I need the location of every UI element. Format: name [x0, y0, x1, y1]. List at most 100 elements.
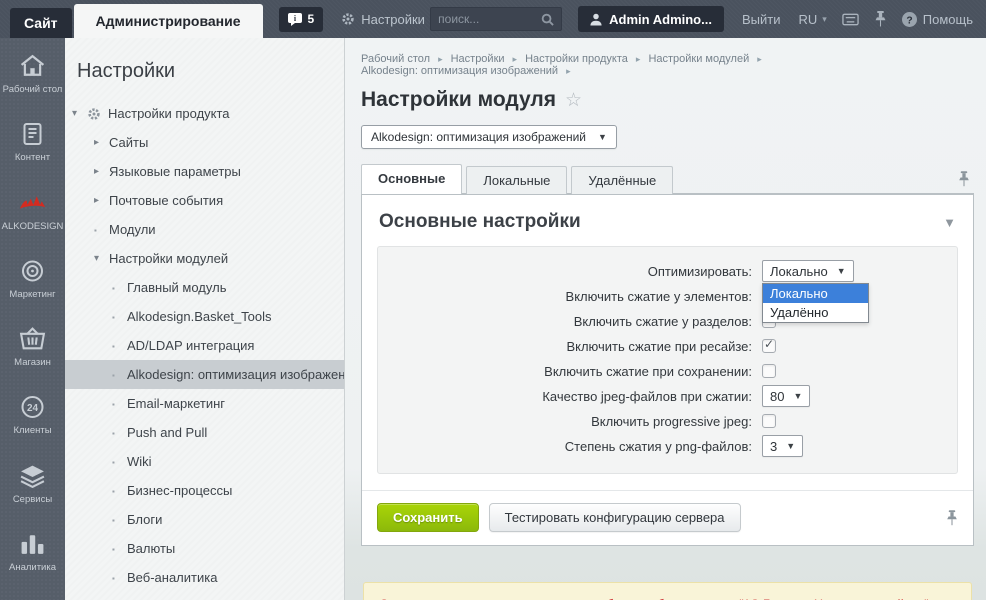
form-footer: Сохранить Тестировать конфигурацию серве…	[362, 490, 973, 545]
tree-marker-icon[interactable]	[94, 225, 109, 235]
tree-item[interactable]: Настройки модулей	[65, 244, 344, 273]
tab[interactable]: Основные	[361, 164, 463, 194]
form-row: Оптимизировать: Локально ▼	[392, 259, 943, 283]
tree-item[interactable]: Push and Pull	[65, 418, 344, 447]
tab-administration[interactable]: Администрирование	[73, 4, 263, 38]
tree-item[interactable]: Alkodesign.Basket_Tools	[65, 302, 344, 331]
hotkeys-button[interactable]	[842, 13, 859, 26]
breadcrumb-link[interactable]: Настройки	[451, 53, 525, 65]
tree-marker-icon[interactable]	[94, 253, 109, 264]
tree-marker-icon[interactable]	[94, 195, 109, 206]
rail-item[interactable]: Аналитика	[0, 532, 65, 600]
field-select[interactable]: Локально ▼	[762, 260, 854, 282]
tab[interactable]: Локальные	[466, 166, 568, 194]
logout-link[interactable]: Выйти	[742, 12, 781, 27]
notifications-button[interactable]: i 5	[278, 6, 324, 32]
tree-item-label: Почтовые события	[109, 193, 224, 208]
field-label: Степень сжатия у png-файлов:	[564, 438, 752, 454]
tree-item[interactable]: Настройки продукта	[65, 99, 344, 128]
tree-item[interactable]: Модули	[65, 215, 344, 244]
form-row: Качество jpeg-файлов при сжатии: 80 ▼	[392, 384, 943, 408]
tree-marker-icon[interactable]	[112, 399, 127, 409]
tree-marker-icon[interactable]	[112, 573, 127, 583]
rail-item[interactable]: Магазин	[0, 327, 65, 395]
chevron-down-icon: ▼	[597, 132, 607, 142]
topbar-settings-button[interactable]: Настройки	[341, 12, 425, 27]
rail-item[interactable]: 24 Клиенты	[0, 395, 65, 463]
dropdown-option[interactable]: Удалённо	[763, 303, 868, 322]
test-server-config-button[interactable]: Тестировать конфигурацию сервера	[488, 503, 741, 532]
search-input[interactable]	[438, 12, 538, 26]
breadcrumb-link[interactable]: Настройки модулей	[648, 53, 769, 65]
tree-item[interactable]: Сайты	[65, 128, 344, 157]
breadcrumb-link[interactable]: Рабочий стол	[361, 53, 451, 65]
tree-marker-icon[interactable]	[112, 341, 127, 351]
tree-marker-icon[interactable]	[112, 283, 127, 293]
breadcrumb-link[interactable]: Alkodesign: оптимизация изображений	[361, 65, 579, 77]
main-content: Рабочий стол Настройки Настройки продукт…	[345, 38, 986, 600]
topbar-pin-button[interactable]	[874, 11, 887, 27]
language-selector[interactable]: RU ▾	[798, 12, 826, 27]
field-label: Оптимизировать:	[647, 263, 752, 279]
collapse-section-icon[interactable]: ▼	[943, 215, 956, 230]
user-menu-button[interactable]: Admin Admino...	[578, 6, 724, 32]
field-checkbox[interactable]	[762, 364, 776, 378]
tree-item[interactable]: Alkodesign: оптимизация изображений	[65, 360, 344, 389]
settings-form: Оптимизировать: Локально ▼ Включить сжат…	[377, 246, 958, 474]
tree-item-label: Настройки модулей	[109, 251, 229, 266]
rail-item[interactable]: ALKODESIGN	[0, 191, 65, 259]
help-button[interactable]: ? Помощь	[901, 11, 973, 27]
tree-item[interactable]: Валюты	[65, 534, 344, 563]
tree-item-label: Push and Pull	[127, 425, 208, 440]
field-checkbox[interactable]	[762, 414, 776, 428]
tree-item[interactable]: Email-маркетинг	[65, 389, 344, 418]
tree-marker-icon[interactable]	[94, 166, 109, 177]
tab[interactable]: Удалённые	[571, 166, 674, 194]
tree-item[interactable]: Языковые параметры	[65, 157, 344, 186]
tree-marker-icon[interactable]	[72, 108, 87, 119]
tree-item[interactable]: Веб-кластер	[65, 592, 344, 600]
tree-marker-icon[interactable]	[112, 544, 127, 554]
dropdown-option[interactable]: Локально	[763, 284, 868, 303]
section-title: Основные настройки	[379, 211, 581, 232]
tree-marker-icon[interactable]	[112, 428, 127, 438]
rail-item-label: ALKODESIGN	[1, 220, 64, 232]
rail-item-label: Маркетинг	[9, 288, 56, 300]
rail-item[interactable]: Рабочий стол	[0, 54, 65, 122]
tabs-pin-button[interactable]	[958, 171, 970, 187]
tree-item[interactable]: Почтовые события	[65, 186, 344, 215]
rail-item-icon	[19, 532, 46, 556]
tree-item[interactable]: Веб-аналитика	[65, 563, 344, 592]
tree-marker-icon[interactable]	[112, 486, 127, 496]
search-icon[interactable]	[541, 13, 554, 26]
field-select[interactable]: 3 ▼	[762, 435, 804, 457]
tree-item[interactable]: Главный модуль	[65, 273, 344, 302]
tree-item-label: Alkodesign.Basket_Tools	[127, 309, 272, 324]
rail-item-icon	[19, 259, 46, 283]
rail-item-label: Магазин	[14, 357, 51, 368]
field-select[interactable]: 80 ▼	[762, 385, 811, 407]
field-checkbox[interactable]	[762, 337, 776, 353]
gear-icon	[341, 12, 355, 26]
chevron-down-icon: ▾	[822, 13, 827, 24]
breadcrumb-link[interactable]: Настройки продукта	[525, 53, 648, 65]
rail-item[interactable]: Контент	[0, 122, 65, 190]
tree-marker-icon[interactable]	[112, 370, 127, 380]
tree-marker-icon[interactable]	[112, 515, 127, 525]
footer-pin-button[interactable]	[946, 509, 958, 526]
favorite-star-icon[interactable]: ☆	[565, 91, 582, 110]
tree-item[interactable]: Блоги	[65, 505, 344, 534]
tree-marker-icon[interactable]	[112, 457, 127, 467]
tree-marker-icon[interactable]	[112, 312, 127, 322]
svg-text:?: ?	[906, 15, 912, 26]
tree-item[interactable]: Бизнес-процессы	[65, 476, 344, 505]
tree-item[interactable]: Wiki	[65, 447, 344, 476]
tree-item[interactable]: AD/LDAP интеграция	[65, 331, 344, 360]
rail-item[interactable]: Сервисы	[0, 464, 65, 532]
tree-marker-icon[interactable]	[94, 137, 109, 148]
help-icon: ?	[901, 11, 917, 27]
rail-item[interactable]: Маркетинг	[0, 259, 65, 327]
module-select[interactable]: Alkodesign: оптимизация изображений ▼	[361, 125, 617, 149]
save-button[interactable]: Сохранить	[377, 503, 479, 532]
tab-site[interactable]: Сайт	[10, 8, 72, 38]
